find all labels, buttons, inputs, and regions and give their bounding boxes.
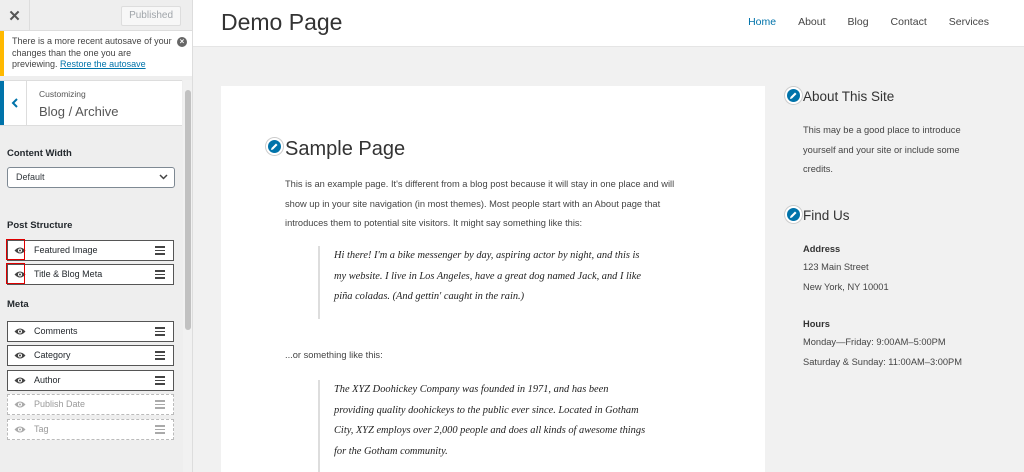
item-label: Publish Date [34,399,86,409]
autosave-notice: There is a more recent autosave of your … [0,31,192,76]
publish-button[interactable]: Published [121,6,181,26]
content-width-label: Content Width [7,148,72,159]
quote-line: providing quality doohickeys to the publ… [334,404,639,416]
sortable-item-publish-date[interactable]: Publish Date [7,394,174,415]
item-label: Featured Image [34,245,98,255]
widget-title-find-us: Find Us [803,208,850,223]
widget-title-about: About This Site [803,89,895,104]
text-line: Monday—Friday: 9:00AM–5:00PM [803,337,946,347]
content-width-select[interactable]: Default [7,167,175,188]
quote-line: piña coladas. (And gettin' caught in the… [334,291,525,303]
drag-handle-icon[interactable] [155,400,165,409]
item-label: Category [34,350,71,360]
site-header: Demo Page Home About Blog Contact Servic… [193,0,1024,47]
text-line: This may be a good place to introduce [803,125,961,135]
restore-autosave-link[interactable]: Restore the autosave [60,59,146,69]
page-title: Sample Page [285,138,406,160]
drag-handle-icon[interactable] [155,327,165,336]
drag-handle-icon[interactable] [155,376,165,385]
eye-icon[interactable] [14,351,26,360]
sortable-item-tag[interactable]: Tag [7,419,174,440]
sortable-item-author[interactable]: Author [7,370,174,391]
customizer-header: ✕ Published [0,0,192,31]
item-label: Title & Blog Meta [34,269,103,279]
panel-breadcrumb: Customizing [39,89,86,99]
page-content: Sample Page This is an example page. It'… [221,86,765,472]
blockquote: Hi there! I'm a bike messenger by day, a… [318,246,641,319]
sortable-item-comments[interactable]: Comments [7,321,174,342]
dismiss-notice-icon[interactable]: × [177,37,187,47]
item-label: Tag [34,424,49,434]
post-structure-label: Post Structure [7,220,73,231]
drag-handle-icon[interactable] [155,270,165,279]
sortable-item-category[interactable]: Category [7,345,174,366]
edit-pencil-icon[interactable] [266,138,283,155]
sortable-item-featured-image[interactable]: Featured Image [6,239,174,261]
item-label: Comments [34,326,78,336]
item-label: Author [34,375,61,385]
primary-nav: Home About Blog Contact Services [748,16,989,28]
text-line: Saturday & Sunday: 11:00AM–3:00PM [803,356,963,367]
quote-line: my website. I live in Los Angeles, have … [334,270,642,282]
back-button[interactable] [0,81,27,125]
eye-icon[interactable] [14,376,26,385]
nav-item-about[interactable]: About [798,16,825,28]
panel-title: Blog / Archive [39,104,119,119]
drag-handle-icon[interactable] [155,351,165,360]
address-text: 123 Main Street New York, NY 10001 [803,258,889,297]
nav-item-home[interactable]: Home [748,16,776,28]
scrollbar-thumb[interactable] [185,90,191,330]
between-paragraph: ...or something like this: [285,350,383,360]
meta-label: Meta [7,299,29,310]
panel-header: Customizing Blog / Archive [0,80,182,126]
highlight-box [6,239,25,260]
eye-icon[interactable] [14,425,26,434]
hours-label: Hours [803,319,830,329]
text-line: New York, NY 10001 [803,281,889,292]
site-preview: Demo Page Home About Blog Contact Servic… [193,0,1024,472]
sortable-item-title-blog-meta[interactable]: Title & Blog Meta [6,263,174,285]
text-line: credits. [803,164,833,174]
text-line: yourself and your site or include some [803,144,960,155]
drag-handle-icon[interactable] [155,246,165,255]
content-width-value: Default [16,172,45,182]
eye-icon[interactable] [14,327,26,336]
blockquote: The XYZ Doohickey Company was founded in… [318,380,645,472]
hours-text: Monday—Friday: 9:00AM–5:00PM Saturday & … [803,333,962,372]
text-line: show up in your site navigation (in most… [285,198,661,209]
edit-pencil-icon[interactable] [785,87,802,104]
quote-line: Hi there! I'm a bike messenger by day, a… [334,250,640,261]
about-widget-text: This may be a good place to introduce yo… [803,121,961,180]
intro-paragraph: This is an example page. It's different … [285,175,674,234]
text-line: introduces them to potential site visito… [285,218,583,228]
quote-line: The XYZ Doohickey Company was founded in… [334,384,609,395]
chevron-left-icon [11,98,18,108]
text-line: This is an example page. It's different … [285,179,675,189]
highlight-box [6,263,25,284]
close-icon[interactable]: ✕ [0,0,30,31]
text-line: 123 Main Street [803,262,869,272]
eye-icon[interactable] [14,400,26,409]
quote-line: for the Gotham community. [334,445,448,457]
chevron-down-icon [159,168,168,194]
quote-line: City, XYZ employs over 2,000 people and … [334,425,646,437]
site-title[interactable]: Demo Page [221,9,342,36]
drag-handle-icon[interactable] [155,425,165,434]
edit-pencil-icon[interactable] [785,206,802,223]
nav-item-services[interactable]: Services [949,16,989,28]
nav-item-blog[interactable]: Blog [848,16,869,28]
customizer-sidebar: ✕ Published There is a more recent autos… [0,0,193,472]
nav-item-contact[interactable]: Contact [891,16,927,28]
address-label: Address [803,244,841,254]
